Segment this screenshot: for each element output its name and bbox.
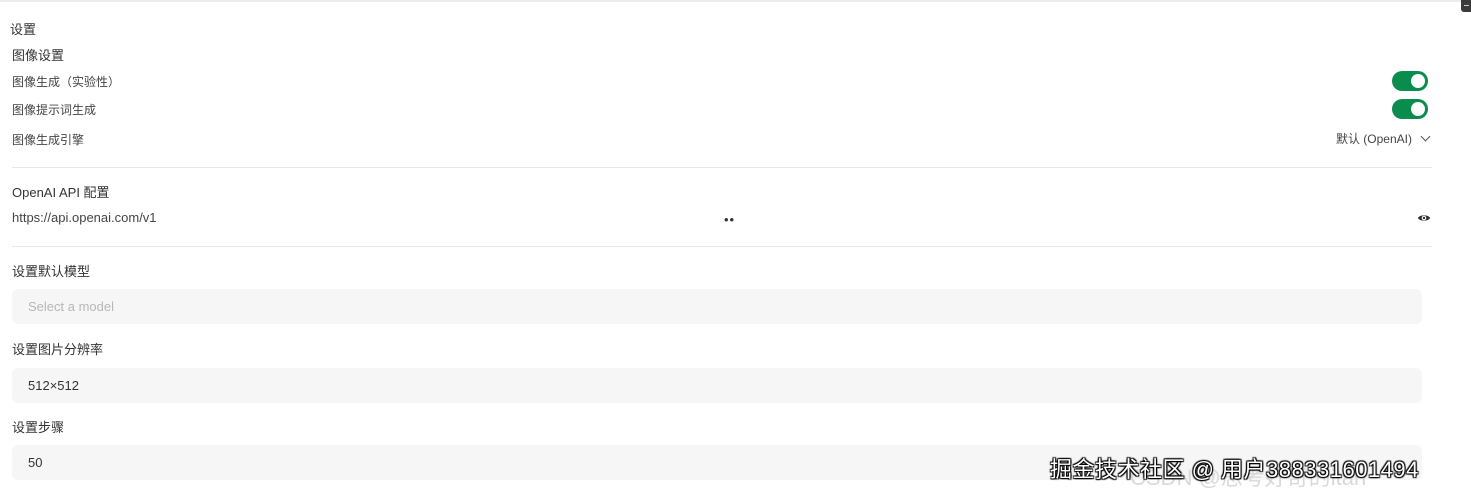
image-generation-label: 图像生成（实验性）	[12, 75, 121, 89]
steps-label: 设置步骤	[12, 420, 65, 435]
prompt-generation-row: 图像提示词生成	[12, 97, 1432, 121]
settings-panel: 设置 图像设置 图像生成（实验性） 图像提示词生成 图像生成引擎 默认 (Ope…	[10, 0, 1432, 497]
toggle-knob	[1411, 74, 1425, 88]
prompt-generation-toggle[interactable]	[1392, 99, 1428, 119]
image-generation-toggle[interactable]	[1392, 71, 1428, 91]
resolution-label: 设置图片分辨率	[12, 342, 104, 357]
toggle-knob	[1411, 102, 1425, 116]
eye-icon[interactable]	[1417, 211, 1431, 225]
engine-value: 默认 (OpenAI)	[1335, 132, 1412, 146]
resolution-input[interactable]	[12, 368, 1422, 403]
chevron-down-icon	[1420, 131, 1431, 142]
divider	[12, 246, 1432, 247]
engine-row: 图像生成引擎 默认 (OpenAI)	[12, 127, 1432, 151]
image-generation-row: 图像生成（实验性）	[12, 69, 1432, 93]
image-settings-title: 图像设置	[12, 48, 65, 63]
prompt-generation-label: 图像提示词生成	[12, 103, 97, 117]
api-key-input[interactable]	[724, 210, 1414, 228]
openai-api-title: OpenAI API 配置	[12, 185, 110, 200]
page-title: 设置	[10, 22, 37, 37]
scrollbar-handle[interactable]	[1461, 0, 1471, 12]
divider	[12, 167, 1432, 168]
api-base-url-input[interactable]	[12, 210, 612, 225]
engine-label: 图像生成引擎	[12, 133, 85, 147]
default-model-select[interactable]	[12, 289, 1422, 324]
watermark: 掘金技术社区 @ 用户388331601494	[1050, 457, 1419, 482]
default-model-label: 设置默认模型	[12, 264, 91, 279]
engine-select[interactable]: 默认 (OpenAI)	[1336, 130, 1432, 147]
